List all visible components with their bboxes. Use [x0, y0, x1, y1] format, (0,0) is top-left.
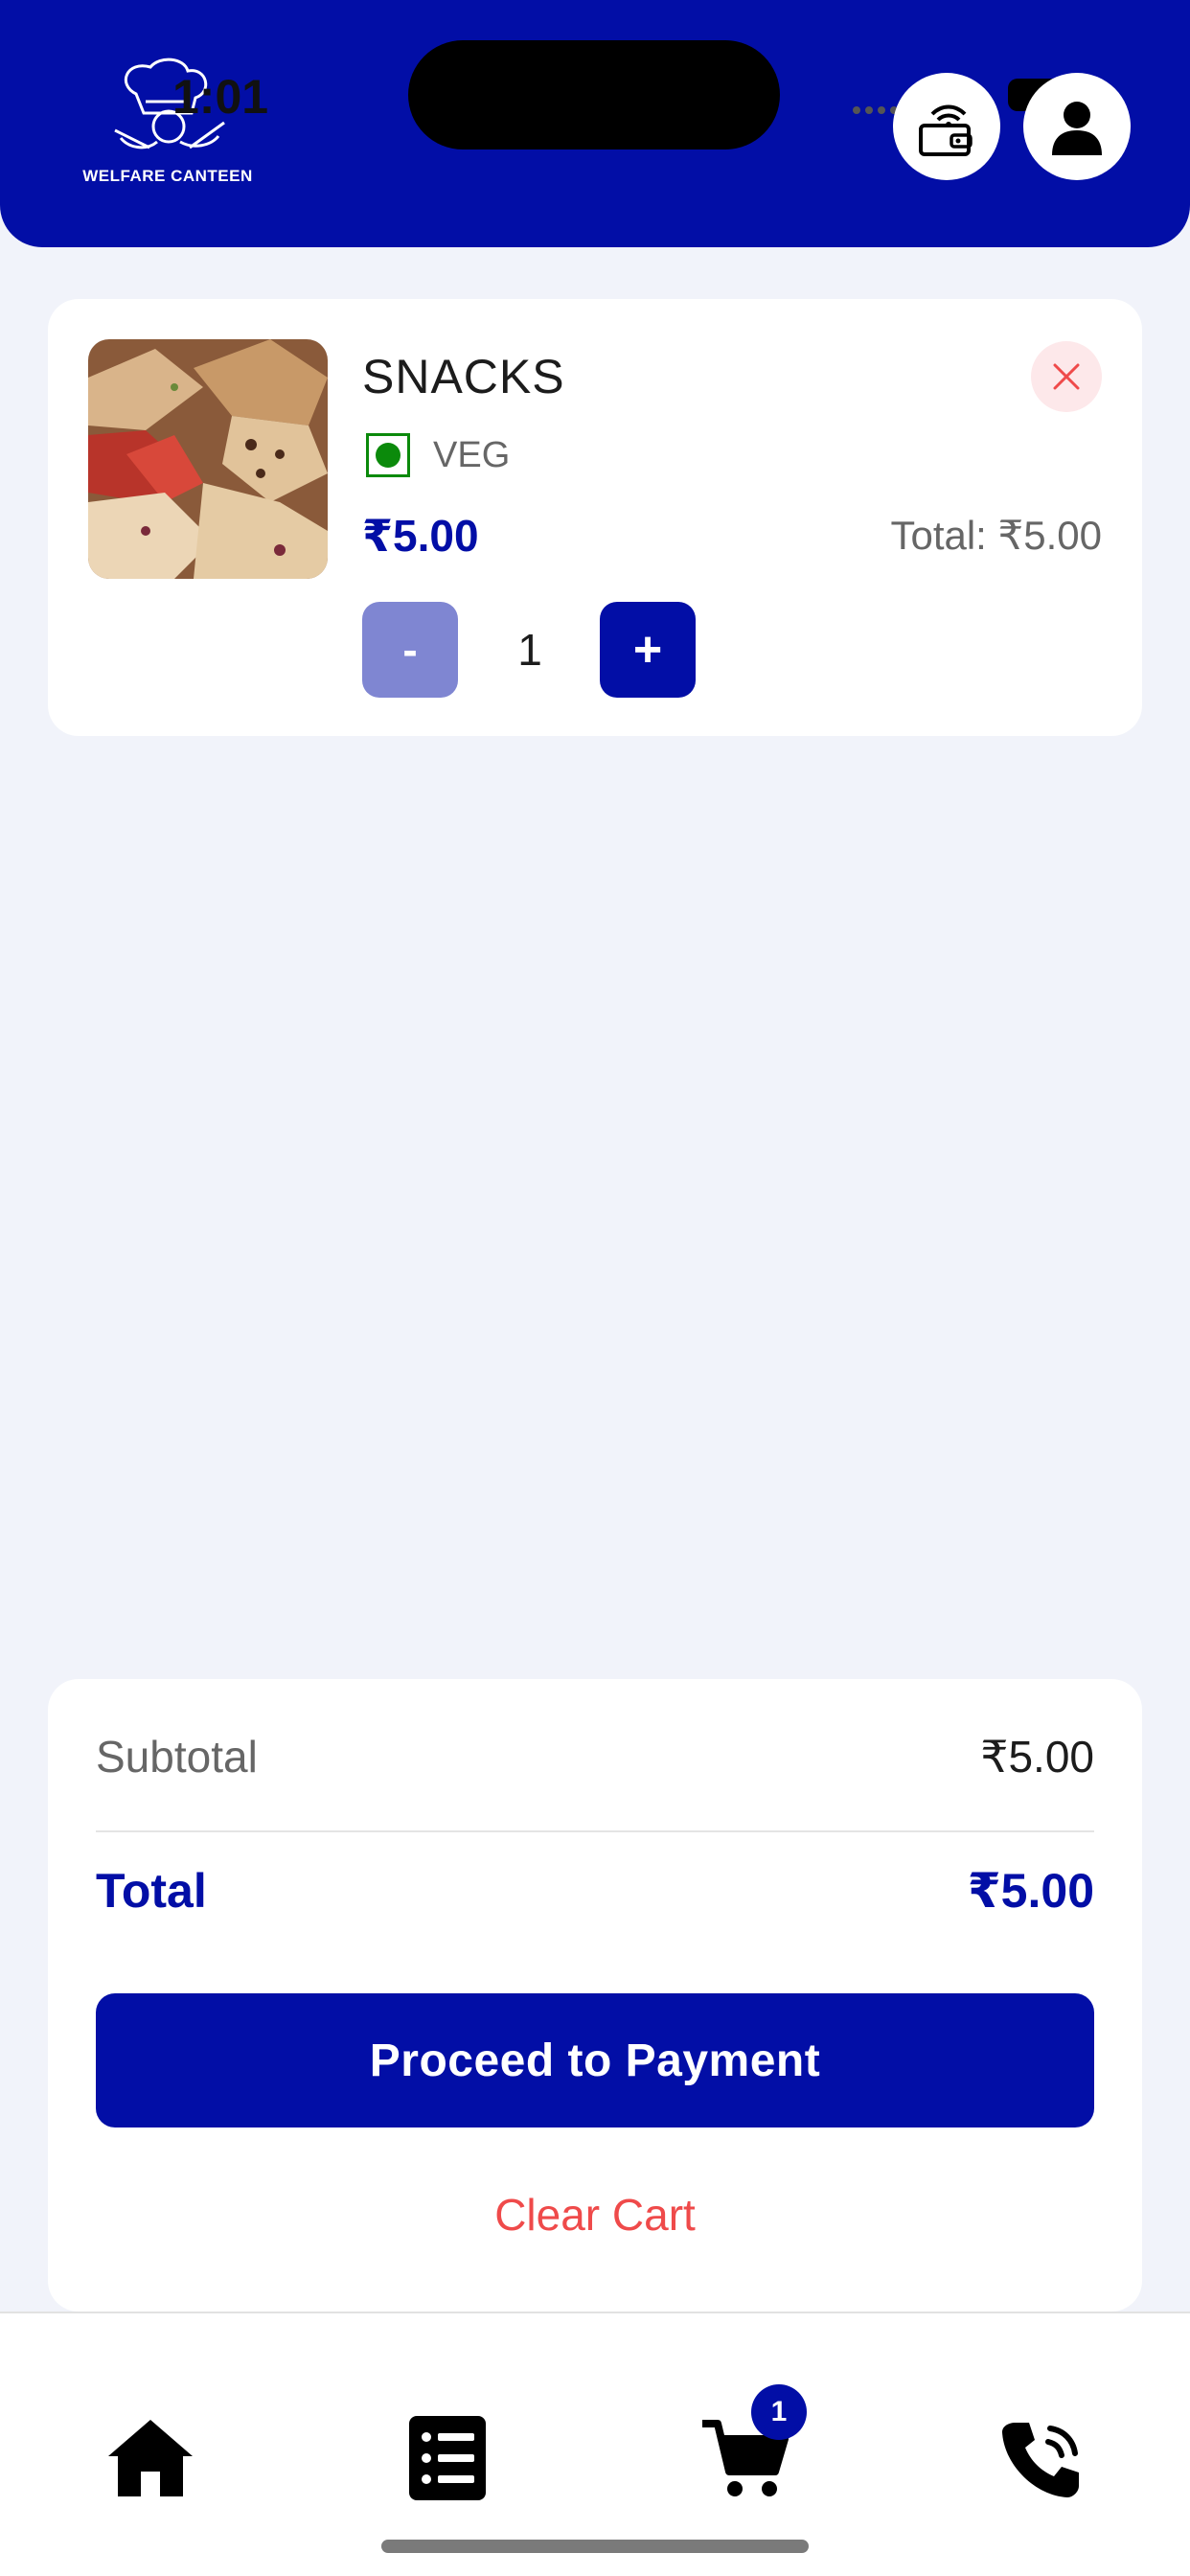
wallet-icon — [919, 104, 973, 156]
profile-icon — [1052, 102, 1102, 155]
veg-indicator-icon — [366, 433, 410, 477]
item-total: Total: ₹5.00 — [890, 513, 1102, 558]
subtotal-value: ₹5.00 — [980, 1732, 1094, 1782]
nav-home[interactable] — [98, 2405, 203, 2511]
diet-label: VEG — [433, 435, 511, 475]
profile-button[interactable] — [1023, 73, 1131, 180]
total-label: Total — [96, 1864, 207, 1918]
home-indicator — [381, 2540, 809, 2553]
divider — [96, 1830, 1094, 1832]
cart-item-card: SNACKS VEG ₹5.00 Total: ₹5.00 - 1 + — [48, 299, 1142, 736]
orders-list-icon — [409, 2416, 486, 2500]
item-name: SNACKS — [362, 350, 565, 403]
close-icon — [1053, 363, 1080, 390]
item-price: ₹5.00 — [362, 511, 479, 561]
item-image — [88, 339, 328, 579]
home-icon — [108, 2420, 193, 2496]
total-value: ₹5.00 — [967, 1864, 1094, 1918]
cart-count-badge: 1 — [751, 2384, 807, 2440]
status-time: 1:01 — [172, 70, 269, 124]
nav-orders[interactable] — [395, 2405, 500, 2511]
wallet-button[interactable] — [893, 73, 1000, 180]
app-header: WELFARE CANTEEN 1:01 — [0, 0, 1190, 247]
increase-quantity-button[interactable]: + — [600, 602, 696, 698]
quantity-value: 1 — [517, 625, 542, 675]
remove-item-button[interactable] — [1031, 341, 1102, 412]
dynamic-island — [408, 40, 780, 150]
nav-call[interactable] — [989, 2405, 1094, 2511]
order-summary-card: Subtotal ₹5.00 Total ₹5.00 Proceed to Pa… — [48, 1679, 1142, 2312]
proceed-to-payment-button[interactable]: Proceed to Payment — [96, 1993, 1094, 2128]
clear-cart-button[interactable]: Clear Cart — [96, 2172, 1094, 2258]
brand-name: WELFARE CANTEEN — [82, 167, 253, 185]
bottom-navigation: 1 — [0, 2312, 1190, 2576]
subtotal-label: Subtotal — [96, 1732, 258, 1782]
decrease-quantity-button[interactable]: - — [362, 602, 458, 698]
phone-call-icon — [1002, 2423, 1079, 2497]
